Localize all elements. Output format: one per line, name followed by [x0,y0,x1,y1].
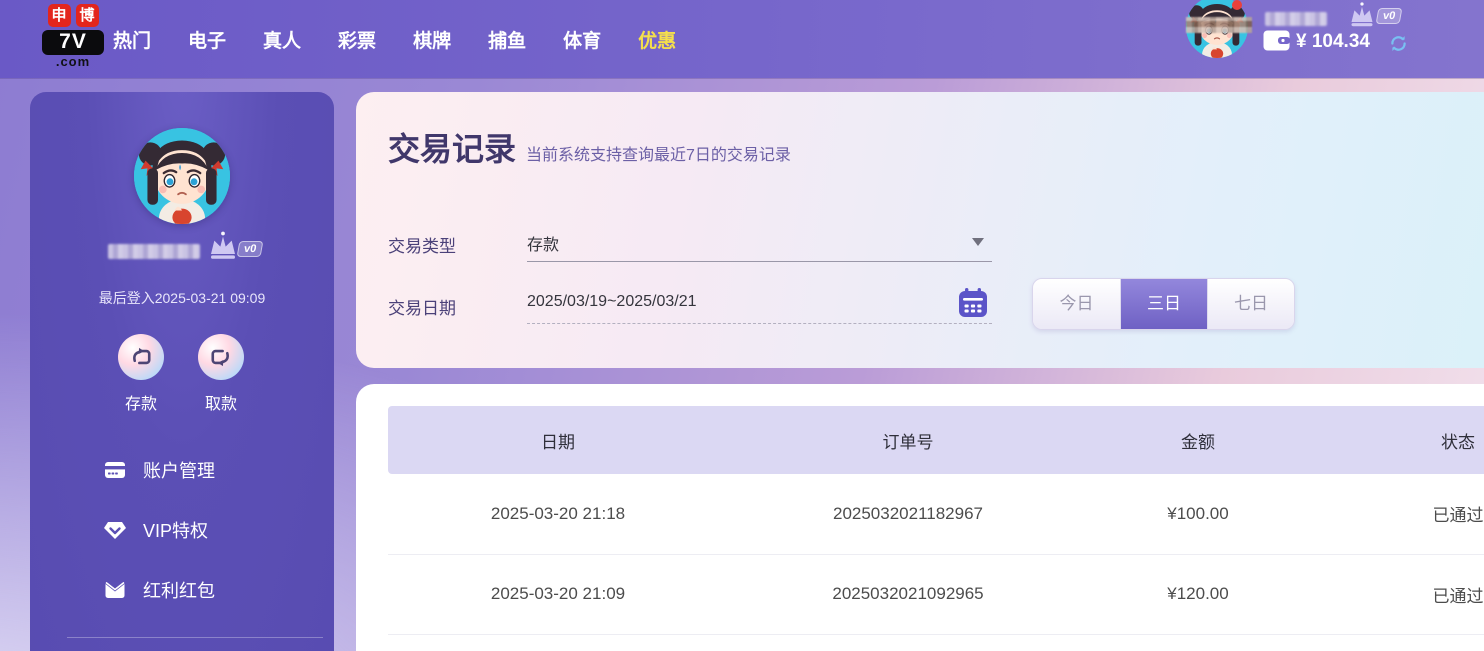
nav-item-boardgames[interactable]: 棋牌 [413,26,451,53]
cell-order-no: 2025032021092965 [728,554,1088,634]
transaction-date-label: 交易日期 [388,294,456,319]
refresh-balance-icon[interactable] [1388,33,1409,54]
logo-suffix: .com [42,55,104,69]
cell-status: 已通过 [1308,554,1484,634]
logo-badge-right: 博 [76,4,99,27]
cell-date: 2025-03-20 21:09 [388,554,728,634]
nav-item-fishing[interactable]: 捕鱼 [488,26,526,53]
cell-amount: ¥120.00 [1088,554,1308,634]
site-logo[interactable]: 申 博 7V .com [42,4,104,69]
wallet-icon [1263,30,1290,51]
sidebar: v0 最后登入2025-03-21 09:09 存款 取款 账户管理 [30,92,334,651]
transaction-table-panel: 日期 订单号 金额 状态 2025-03-20 21:18 2025032021… [356,384,1484,651]
logo-badge-left: 申 [48,4,71,27]
nav-item-slots[interactable]: 电子 [188,26,226,53]
sidebar-item-bonus[interactable]: 红利红包 [103,570,314,610]
transaction-type-label: 交易类型 [388,232,456,257]
red-packet-icon [103,578,127,602]
logo-badges: 申 博 [42,4,104,27]
deposit-quick-action[interactable]: 存款 [118,334,164,414]
gem-icon [103,518,127,542]
logo-main: 7V [42,30,104,55]
range-button-7days[interactable]: 七日 [1207,279,1294,329]
nav-item-lottery[interactable]: 彩票 [338,26,376,53]
sidebar-item-label: 账户管理 [143,457,215,483]
nav-item-sports[interactable]: 体育 [563,26,601,53]
page-title: 交易记录 [388,124,516,170]
calendar-icon[interactable] [958,287,988,319]
username-blurred [1265,12,1327,26]
date-range-button-group: 今日 三日 七日 [1032,278,1295,330]
deposit-icon[interactable] [118,334,164,380]
transaction-type-select[interactable]: 存款 [527,220,992,262]
withdraw-icon[interactable] [198,334,244,380]
sidebar-avatar[interactable] [134,128,230,224]
cell-order-no: 2025032021182967 [728,474,1088,554]
header-status: 状态 [1308,406,1484,474]
nav-item-promotions[interactable]: 优惠 [638,26,676,53]
table-row: 2025-03-20 21:18 2025032021182967 ¥100.0… [388,474,1484,554]
nav-user-area: v0 ¥ 104.34 [1184,0,1484,78]
header-amount: 金额 [1088,406,1308,474]
transaction-date-value: 2025/03/19~2025/03/21 [527,293,697,311]
sidebar-item-vip[interactable]: VIP特权 [103,510,314,550]
transaction-type-value: 存款 [527,231,559,255]
cell-status: 已通过 [1308,474,1484,554]
sidebar-username-blurred [108,244,200,259]
last-login-text: 最后登入2025-03-21 09:09 [30,288,334,308]
chevron-down-icon[interactable] [972,238,984,246]
header-date: 日期 [388,406,728,474]
sidebar-vip-level-badge: v0 [237,241,264,257]
nav-menu: 热门 电子 真人 彩票 棋牌 捕鱼 体育 优惠 [113,0,676,78]
sidebar-item-account[interactable]: 账户管理 [103,450,314,490]
nav-item-hot[interactable]: 热门 [113,26,151,53]
transaction-table: 日期 订单号 金额 状态 2025-03-20 21:18 2025032021… [388,406,1484,635]
sidebar-item-label: 红利红包 [143,577,215,603]
cell-date: 2025-03-20 21:18 [388,474,728,554]
range-button-3days[interactable]: 三日 [1120,279,1207,329]
top-nav: 申 博 7V .com 热门 电子 真人 彩票 棋牌 捕鱼 体育 优惠 v0 ¥… [0,0,1484,78]
page-title-row: 交易记录 当前系统支持查询最近7日的交易记录 [388,124,791,170]
bank-card-icon [103,458,127,482]
withdraw-quick-action[interactable]: 取款 [198,334,244,414]
table-row: 2025-03-20 21:09 2025032021092965 ¥120.0… [388,554,1484,634]
table-header-row: 日期 订单号 金额 状态 [388,406,1484,474]
deposit-label: 存款 [118,390,164,414]
withdraw-label: 取款 [198,390,244,414]
page-subtitle: 当前系统支持查询最近7日的交易记录 [526,141,791,165]
range-button-today[interactable]: 今日 [1033,279,1120,329]
sidebar-item-label: VIP特权 [143,517,208,543]
balance-amount: ¥ 104.34 [1296,31,1370,53]
nav-item-live[interactable]: 真人 [263,26,301,53]
vip-level-badge: v0 [1376,8,1403,24]
avatar-blur-overlay [1186,17,1252,33]
vip-crown-icon [1344,1,1380,29]
notification-dot [1232,0,1242,10]
transaction-filter-panel: 交易记录 当前系统支持查询最近7日的交易记录 交易类型 存款 交易日期 2025… [356,92,1484,368]
transaction-date-input[interactable]: 2025/03/19~2025/03/21 [527,282,992,324]
sidebar-menu: 账户管理 VIP特权 红利红包 [103,450,314,630]
sidebar-divider [67,637,323,638]
header-order-no: 订单号 [728,406,1088,474]
cell-amount: ¥100.00 [1088,474,1308,554]
